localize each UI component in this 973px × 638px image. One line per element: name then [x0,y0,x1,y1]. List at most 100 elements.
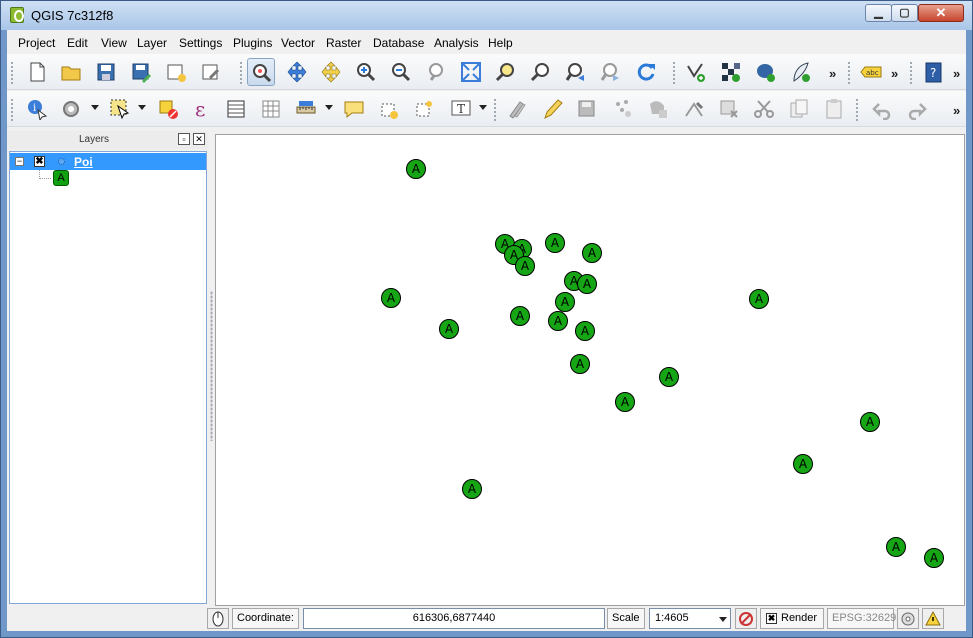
collapse-toggle[interactable]: − [15,157,24,166]
measure-line-button[interactable] [292,95,320,123]
show-bookmarks-button[interactable] [410,95,438,123]
poi-marker[interactable]: A [570,354,590,374]
menu-vector[interactable]: Vector [281,36,315,50]
toggle-editing-button[interactable] [538,95,566,123]
poi-marker[interactable]: A [462,479,482,499]
poi-marker[interactable]: A [381,288,401,308]
zoom-actual-size-button[interactable] [422,58,450,86]
new-project-button[interactable] [23,58,51,86]
zoom-last-button[interactable] [562,58,590,86]
menu-analysis[interactable]: Analysis [434,36,479,50]
toolbar-grip[interactable] [909,61,913,85]
toolbar-grip[interactable] [855,98,859,122]
add-spatialite-layer-button[interactable] [787,58,815,86]
zoom-full-button[interactable] [457,58,485,86]
select-features-button[interactable] [106,95,134,123]
undo-button[interactable] [868,95,896,123]
help-button[interactable]: ? [919,58,947,86]
crs-status[interactable]: EPSG:32629 [827,608,896,629]
layer-name[interactable]: Poi [74,155,93,169]
zoom-to-selection-button[interactable] [492,58,520,86]
redo-button[interactable] [903,95,931,123]
pan-to-selection-button[interactable] [283,58,311,86]
poi-marker[interactable]: A [615,392,635,412]
layers-tree[interactable]: − ✖ Poi A [9,151,207,604]
panel-splitter[interactable] [208,131,215,609]
add-postgis-layer-button[interactable] [752,58,780,86]
messages-button[interactable] [922,608,944,629]
poi-marker[interactable]: A [548,311,568,331]
toolbar-overflow-chevron[interactable]: » [953,66,960,81]
zoom-out-button[interactable] [387,58,415,86]
poi-marker[interactable]: A [439,319,459,339]
menu-view[interactable]: View [101,36,127,50]
save-as-button[interactable] [127,58,155,86]
copy-features-button[interactable] [785,95,813,123]
menu-help[interactable]: Help [488,36,513,50]
menu-project[interactable]: Project [18,36,55,50]
splitter-handle[interactable] [210,291,213,441]
render-checkbox[interactable]: ✖ [766,613,777,624]
minimize-button[interactable]: ▁ [865,4,892,22]
identify-features-button[interactable]: i [23,95,51,123]
add-raster-layer-button[interactable] [717,58,745,86]
run-feature-action-button[interactable] [57,95,85,123]
stop-rendering-button[interactable] [735,608,757,629]
zoom-next-button[interactable] [597,58,625,86]
poi-marker[interactable]: A [924,548,944,568]
select-dropdown-arrow[interactable] [138,105,146,110]
deselect-features-button[interactable] [154,95,182,123]
poi-marker[interactable]: A [555,292,575,312]
text-annotation-button[interactable]: T [447,95,475,123]
toolbar-overflow-chevron[interactable]: » [953,103,960,118]
pan-to-selected-button[interactable] [317,58,345,86]
statistics-button[interactable] [257,95,285,123]
move-feature-button[interactable] [644,95,672,123]
poi-marker[interactable]: A [582,243,602,263]
panel-float-button[interactable]: ▫ [178,133,190,145]
zoom-to-layer-button[interactable] [527,58,555,86]
poi-marker[interactable]: A [659,367,679,387]
toggle-extents-button[interactable] [207,608,229,629]
open-project-button[interactable] [57,58,85,86]
poi-marker[interactable]: A [577,274,597,294]
layer-row-poi[interactable]: − ✖ Poi [10,153,206,170]
new-print-composer-button[interactable] [162,58,190,86]
poi-marker[interactable]: A [406,159,426,179]
poi-marker[interactable]: A [886,537,906,557]
menu-database[interactable]: Database [373,36,424,50]
save-layer-edits-button[interactable] [573,95,601,123]
close-button[interactable]: ✕ [918,4,964,22]
coordinate-field[interactable]: 616306,6877440 [303,608,605,629]
save-project-button[interactable] [92,58,120,86]
title-bar[interactable]: QGIS 7c312f8 ▁ ▢ ✕ [1,1,972,30]
cut-features-button[interactable] [750,95,778,123]
node-tool-button[interactable] [680,95,708,123]
paste-features-button[interactable] [820,95,848,123]
menu-raster[interactable]: Raster [326,36,361,50]
scale-dropdown-arrow[interactable] [719,617,727,622]
current-edits-button[interactable] [503,95,531,123]
poi-marker[interactable]: A [860,412,880,432]
open-attribute-table-button[interactable] [222,95,250,123]
refresh-button[interactable] [632,58,660,86]
layer-visibility-checkbox[interactable]: ✖ [34,156,45,167]
add-vector-layer-button[interactable] [682,58,710,86]
toolbar-grip[interactable] [10,98,14,122]
toolbar-grip[interactable] [493,98,497,122]
poi-marker[interactable]: A [793,454,813,474]
maximize-button[interactable]: ▢ [891,4,918,22]
layers-panel-title-bar[interactable]: Layers ▫ ✕ [7,131,208,149]
menu-settings[interactable]: Settings [179,36,222,50]
measure-dropdown-arrow[interactable] [325,105,333,110]
panel-close-button[interactable]: ✕ [193,133,205,145]
new-bookmark-button[interactable] [375,95,403,123]
map-canvas[interactable]: AAAAAAAAAAAAAAAAAAAAAAAA [215,134,965,606]
render-toggle[interactable]: ✖ Render [760,608,824,629]
zoom-in-button[interactable] [352,58,380,86]
map-tips-button[interactable] [340,95,368,123]
add-feature-button[interactable] [609,95,637,123]
toolbar-grip[interactable] [239,61,243,85]
action-dropdown-arrow[interactable] [91,105,99,110]
menu-edit[interactable]: Edit [67,36,88,50]
